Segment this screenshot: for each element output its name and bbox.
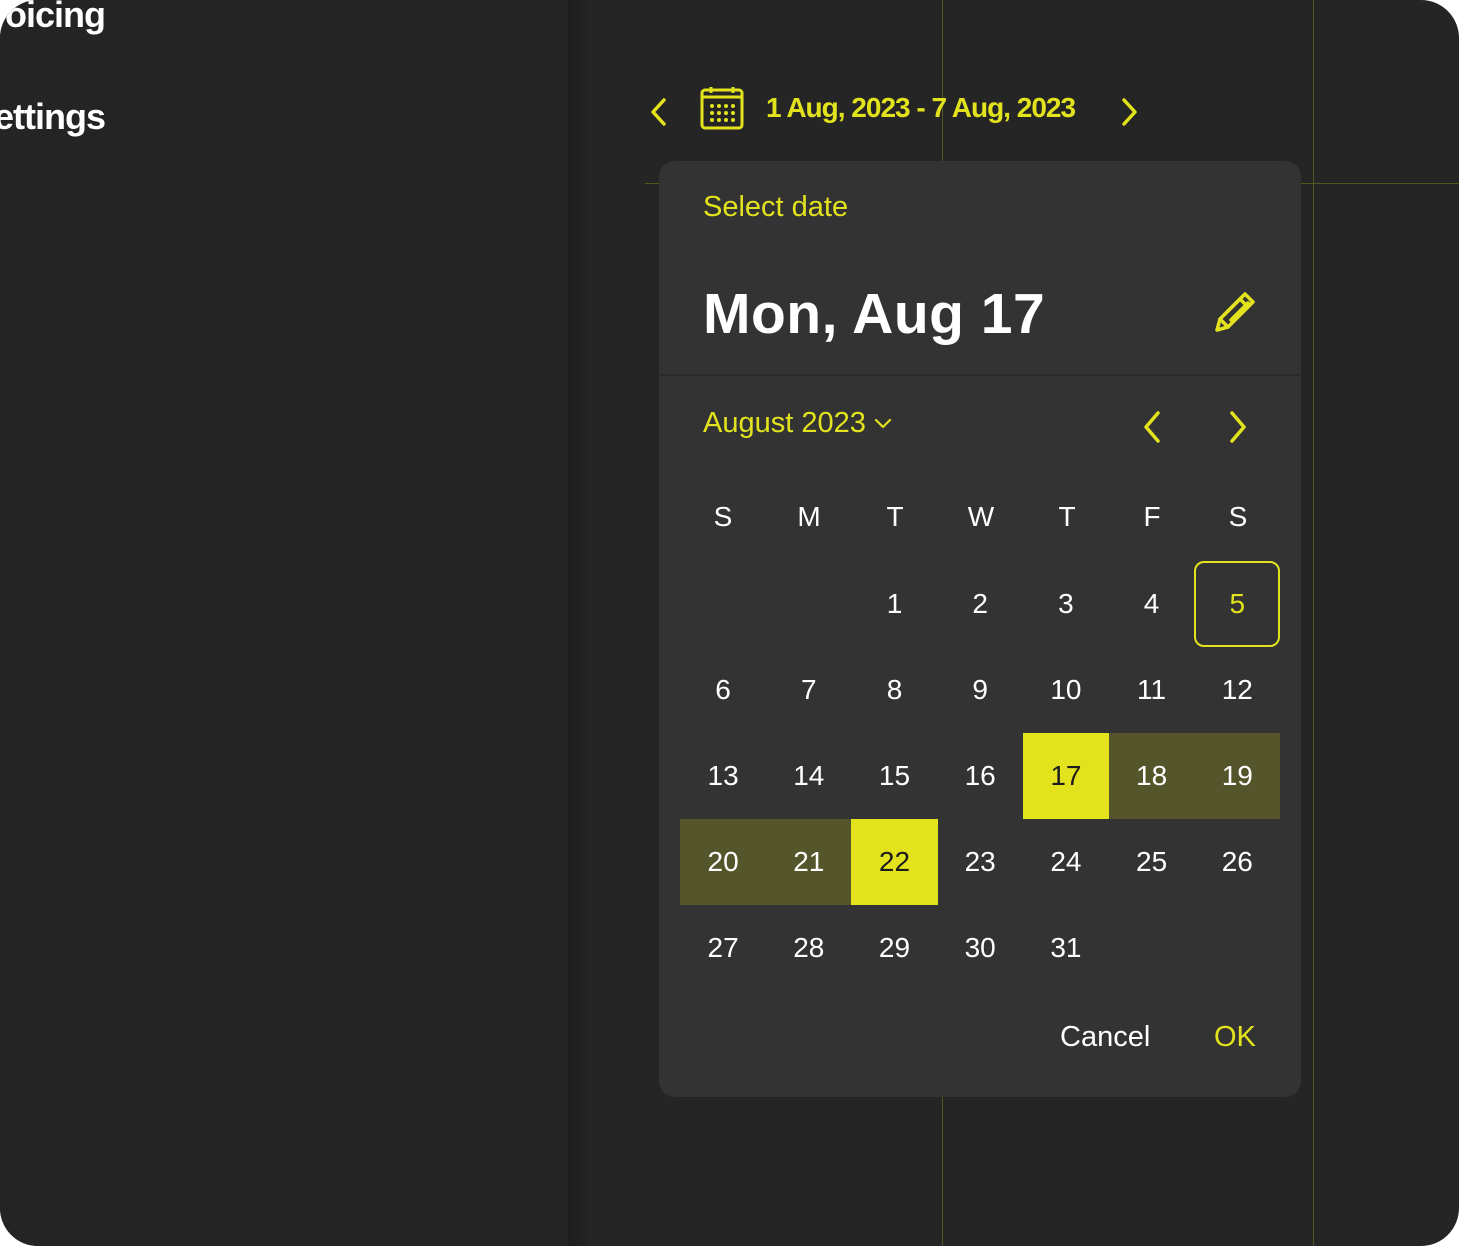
sidebar: voicing ettings bbox=[0, 0, 568, 1246]
sidebar-item-invoicing[interactable]: voicing bbox=[0, 0, 106, 36]
calendar-day-16[interactable]: 16 bbox=[937, 733, 1023, 819]
weekday-label: W bbox=[967, 501, 995, 532]
month-year-dropdown[interactable]: August 2023 bbox=[703, 407, 894, 440]
chevron-left-icon bbox=[1144, 411, 1160, 443]
calendar-day-8[interactable]: 8 bbox=[851, 647, 937, 733]
weekday-label: M bbox=[797, 501, 821, 532]
next-range-button[interactable] bbox=[1110, 92, 1150, 132]
calendar-day-15[interactable]: 15 bbox=[851, 733, 937, 819]
ok-button[interactable]: OK bbox=[1214, 1021, 1256, 1054]
cancel-button[interactable]: Cancel bbox=[1060, 1021, 1150, 1054]
calendar-day-30[interactable]: 30 bbox=[937, 905, 1023, 991]
weekday-label: F bbox=[1143, 501, 1161, 532]
calendar-day-19[interactable]: 19 bbox=[1194, 733, 1281, 819]
calendar-day-29[interactable]: 29 bbox=[851, 905, 937, 991]
previous-month-button[interactable] bbox=[1131, 405, 1175, 449]
calendar-day-4[interactable]: 4 bbox=[1109, 561, 1195, 647]
calendar-day-14[interactable]: 14 bbox=[766, 733, 852, 819]
month-year-label: August 2023 bbox=[703, 407, 866, 439]
weekday-label: T bbox=[1058, 501, 1076, 532]
date-range-text[interactable]: 1 Aug, 2023 - 7 Aug, 2023 bbox=[766, 92, 1076, 124]
weekday-label: S bbox=[713, 501, 733, 532]
date-picker-dialog: Select date Mon, Aug 17 August 2023 S M … bbox=[659, 161, 1301, 1097]
divider bbox=[659, 374, 1301, 376]
calendar-icon[interactable] bbox=[700, 86, 744, 130]
chevron-left-icon bbox=[651, 98, 666, 126]
edit-date-button[interactable] bbox=[1209, 286, 1261, 338]
sidebar-edge bbox=[568, 0, 590, 1246]
calendar-day-18[interactable]: 18 bbox=[1108, 733, 1195, 819]
calendar-day-12[interactable]: 12 bbox=[1194, 647, 1280, 733]
calendar-day-21[interactable]: 21 bbox=[765, 819, 852, 905]
next-month-button[interactable] bbox=[1215, 405, 1259, 449]
chevron-right-icon bbox=[1230, 411, 1246, 443]
calendar-day-23[interactable]: 23 bbox=[937, 819, 1023, 905]
calendar-day-2[interactable]: 2 bbox=[937, 561, 1023, 647]
calendar-day-13[interactable]: 13 bbox=[680, 733, 766, 819]
chevron-right-icon bbox=[1122, 98, 1137, 126]
previous-range-button[interactable] bbox=[640, 92, 680, 132]
calendar-day-1[interactable]: 1 bbox=[851, 561, 937, 647]
calendar-day-3[interactable]: 3 bbox=[1023, 561, 1109, 647]
calendar-day-17[interactable]: 17 bbox=[1022, 733, 1109, 819]
picker-headline-date: Mon, Aug 17 bbox=[703, 282, 1046, 346]
calendar-day-24[interactable]: 24 bbox=[1023, 819, 1109, 905]
calendar-day-9[interactable]: 9 bbox=[937, 647, 1023, 733]
weekday-label: T bbox=[886, 501, 904, 532]
sidebar-item-settings[interactable]: ettings bbox=[0, 96, 106, 138]
calendar-day-20[interactable]: 20 bbox=[680, 819, 767, 905]
calendar-day-22[interactable]: 22 bbox=[851, 819, 938, 905]
chevron-down-icon bbox=[874, 419, 891, 429]
calendar-day-31[interactable]: 31 bbox=[1023, 905, 1109, 991]
weekday-label: S bbox=[1228, 501, 1248, 532]
calendar-day-10[interactable]: 10 bbox=[1023, 647, 1109, 733]
app-window: voicing ettings 1 Aug, 2023 bbox=[0, 0, 1459, 1246]
calendar-day-27[interactable]: 27 bbox=[680, 905, 766, 991]
grid-line bbox=[1313, 0, 1314, 1246]
calendar-day-6[interactable]: 6 bbox=[680, 647, 766, 733]
calendar-day-11[interactable]: 11 bbox=[1109, 647, 1195, 733]
pencil-icon bbox=[1215, 292, 1255, 332]
picker-label: Select date bbox=[703, 191, 849, 223]
calendar-day-7[interactable]: 7 bbox=[766, 647, 852, 733]
date-range-bar: 1 Aug, 2023 - 7 Aug, 2023 bbox=[640, 84, 1160, 140]
calendar-day-25[interactable]: 25 bbox=[1109, 819, 1195, 905]
calendar-day-5[interactable]: 5 bbox=[1194, 561, 1281, 647]
calendar-day-26[interactable]: 26 bbox=[1194, 819, 1280, 905]
calendar-day-28[interactable]: 28 bbox=[766, 905, 852, 991]
